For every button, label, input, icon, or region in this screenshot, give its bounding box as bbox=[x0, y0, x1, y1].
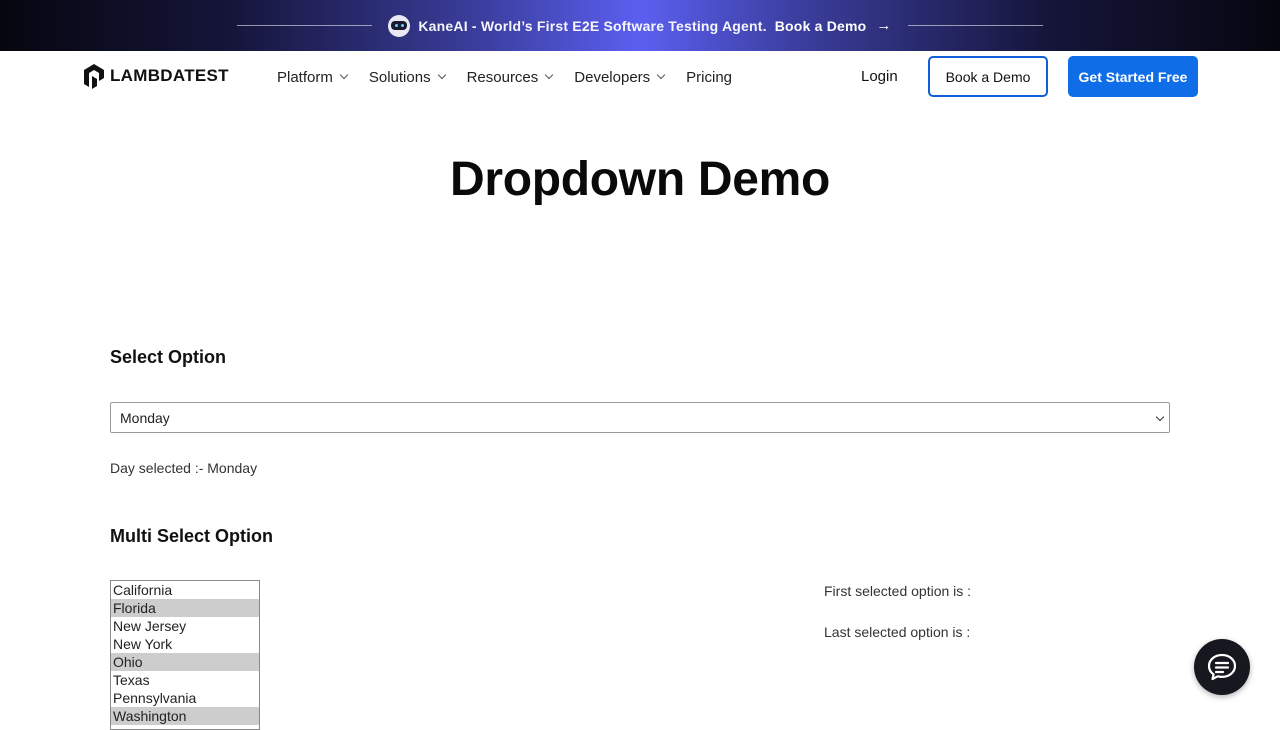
multi-select-option[interactable]: Florida bbox=[111, 599, 259, 617]
multi-select-option[interactable]: New Jersey bbox=[111, 617, 259, 635]
chevron-down-icon bbox=[545, 70, 554, 80]
menu-item-label: Developers bbox=[574, 68, 651, 86]
divider bbox=[907, 25, 1043, 26]
chevron-down-icon bbox=[339, 70, 349, 80]
day-select-value: Monday bbox=[120, 409, 170, 426]
last-selected-result: Last selected option is : bbox=[824, 624, 971, 640]
divider bbox=[237, 25, 373, 26]
select-option-heading: Select Option bbox=[110, 347, 227, 367]
menu-item-label: Platform bbox=[277, 68, 333, 86]
menu-item-label: Pricing bbox=[686, 68, 733, 86]
login-link[interactable]: Login bbox=[861, 68, 898, 85]
multi-select-option[interactable]: Pennsylvania bbox=[111, 689, 259, 707]
book-demo-button[interactable]: Book a Demo bbox=[928, 56, 1048, 97]
menu-item-developers[interactable]: Developers bbox=[574, 68, 666, 86]
menu-item-label: Solutions bbox=[368, 68, 431, 86]
multi-select-option[interactable]: Texas bbox=[111, 671, 259, 689]
day-select[interactable]: Monday bbox=[110, 402, 1170, 433]
menu-item-platform[interactable]: Platform bbox=[277, 68, 349, 86]
navbar: LAMBDATEST Platform Solutions Resources … bbox=[0, 51, 1280, 103]
menu-item-pricing[interactable]: Pricing bbox=[686, 69, 732, 86]
lambdatest-logo-icon bbox=[84, 64, 104, 89]
main-menu: Platform Solutions Resources Developers … bbox=[277, 51, 754, 103]
menu-item-label: Resources bbox=[466, 68, 539, 86]
announcement-content[interactable]: KaneAI - World’s First E2E Software Test… bbox=[388, 14, 892, 37]
multi-select-option[interactable]: Ohio bbox=[111, 653, 259, 671]
multi-select-option[interactable]: New York bbox=[111, 635, 259, 653]
get-started-button[interactable]: Get Started Free bbox=[1068, 56, 1198, 97]
chevron-down-icon bbox=[437, 70, 446, 80]
announcement-bar: KaneAI - World’s First E2E Software Test… bbox=[0, 0, 1280, 51]
menu-item-solutions[interactable]: Solutions bbox=[368, 68, 446, 86]
multi-select-option[interactable]: Washington bbox=[111, 707, 259, 725]
chevron-down-icon bbox=[1155, 412, 1165, 422]
chat-widget-button[interactable] bbox=[1194, 639, 1250, 695]
multi-select-option[interactable]: California bbox=[111, 581, 259, 599]
announcement-text: KaneAI - World’s First E2E Software Test… bbox=[418, 17, 767, 34]
logo-text: LAMBDATEST bbox=[110, 66, 229, 85]
arrow-right-icon: → bbox=[876, 17, 892, 34]
chat-bubble-icon bbox=[1207, 653, 1237, 681]
menu-item-resources[interactable]: Resources bbox=[466, 68, 554, 86]
first-selected-result: First selected option is : bbox=[824, 583, 972, 599]
page-title: Dropdown Demo bbox=[449, 153, 831, 206]
states-multi-select[interactable]: California Florida New Jersey New York O… bbox=[110, 580, 260, 730]
chevron-down-icon bbox=[656, 70, 666, 80]
kaneai-robot-icon bbox=[388, 14, 411, 37]
multi-select-heading: Multi Select Option bbox=[110, 526, 274, 546]
logo[interactable]: LAMBDATEST bbox=[82, 63, 229, 89]
announcement-book-demo-link[interactable]: Book a Demo bbox=[775, 18, 867, 34]
day-selected-result: Day selected :- Monday bbox=[110, 460, 258, 476]
